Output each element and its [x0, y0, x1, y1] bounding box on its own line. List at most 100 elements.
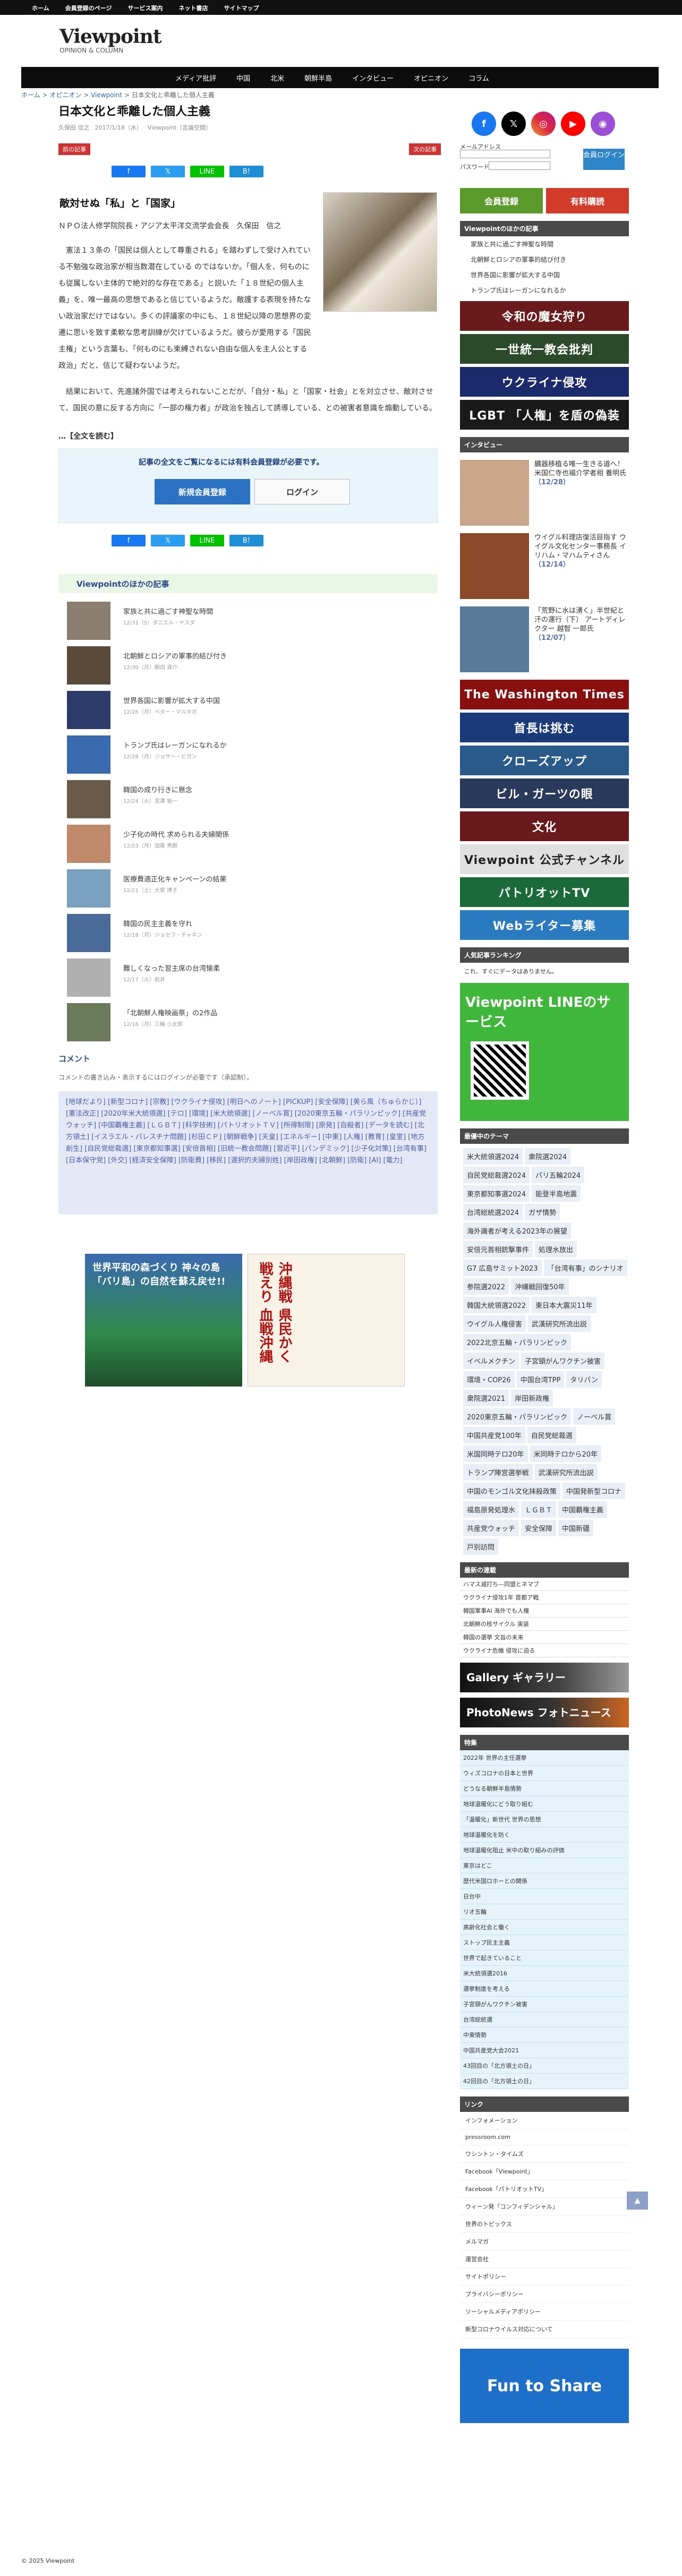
- theme-tag[interactable]: 戸別訪問: [463, 1538, 499, 1555]
- feature-item[interactable]: 「温暖化」新世代 世界の思想: [460, 1812, 629, 1827]
- theme-tag[interactable]: 中国新疆: [558, 1520, 594, 1536]
- theme-tag[interactable]: 衆院選2024: [525, 1148, 571, 1165]
- related-item[interactable]: 韓国の民主主義を守れ 12/18（月）ジョセフ・チャネン: [58, 911, 441, 955]
- feature-item[interactable]: 地球温暖化を防く: [460, 1827, 629, 1843]
- related-item[interactable]: 少子化の時代 求められる夫婦関係 12/23（月）加藤 秀朗: [58, 821, 441, 866]
- feature-item[interactable]: ストップ民主主義: [460, 1935, 629, 1950]
- feature-item[interactable]: 子宮頸がんワクチン被害: [460, 1997, 629, 2012]
- link-item[interactable]: 新型コロナウイルス対応について: [460, 2321, 629, 2338]
- related-title[interactable]: 医療費適正化キャンペーンの結果: [123, 874, 226, 884]
- related-item[interactable]: 世界各国に影響が拡大する中国 12/26（月）ペター・マルタボ: [58, 688, 441, 732]
- related-item[interactable]: 難しくなった習主席の台湾懐柔 12/17（火）岩井: [58, 955, 441, 1000]
- theme-tag[interactable]: 能登半島地震: [532, 1185, 581, 1202]
- nav-interview[interactable]: インタビュー: [352, 73, 394, 83]
- theme-tag[interactable]: 中国発新型コロナ: [562, 1483, 626, 1499]
- related-title[interactable]: 家族と共に過ごす神聖な時間: [123, 606, 213, 616]
- theme-tag[interactable]: 子宮頸がんワクチン被害: [521, 1353, 605, 1369]
- related-title[interactable]: 難しくなった習主席の台湾懐柔: [123, 963, 220, 973]
- nav-china[interactable]: 中国: [236, 73, 250, 83]
- top-link-service[interactable]: サービス案内: [127, 4, 163, 12]
- share-x-button[interactable]: 𝕏: [151, 166, 185, 177]
- related-title[interactable]: 世界各国に影響が拡大する中国: [123, 695, 220, 705]
- link-item[interactable]: プライバシーポリシー: [460, 2286, 629, 2303]
- related-title[interactable]: 少子化の時代 求められる夫婦関係: [123, 829, 229, 839]
- theme-tag[interactable]: 米大統領選2024: [463, 1148, 523, 1165]
- related-title[interactable]: 「北朝鮮人権映画祭」の2作品: [123, 1007, 217, 1017]
- theme-tag[interactable]: 米同時テロから20年: [530, 1445, 602, 1462]
- fun-to-share-banner[interactable]: Fun to Share: [460, 2349, 629, 2423]
- link-item[interactable]: インフォメーション: [460, 2112, 629, 2129]
- news-item[interactable]: ハマス滅打ち—同盟とネマブ: [460, 1578, 629, 1591]
- facebook-icon[interactable]: f: [472, 112, 496, 136]
- article-author[interactable]: 久保田 信之: [58, 123, 90, 132]
- nav-korea[interactable]: 朝鮮半島: [304, 73, 332, 83]
- link-item[interactable]: 世界のトピックス: [460, 2215, 629, 2233]
- side-banner[interactable]: ビル・ガーツの眼: [460, 778, 629, 808]
- top-link-sitemap[interactable]: サイトマップ: [224, 4, 259, 12]
- theme-tag[interactable]: 武漢研究所流出説: [534, 1464, 598, 1480]
- side-banner[interactable]: LGBT 「人権」を盾の偽装: [460, 400, 629, 430]
- theme-tag[interactable]: 2022北京五輪・パラリンピック: [463, 1334, 572, 1350]
- theme-tag[interactable]: 岸田新政権: [511, 1390, 553, 1406]
- theme-tag[interactable]: 自民党総裁選2024: [463, 1167, 530, 1183]
- theme-tag[interactable]: 中国のモンゴル文化抹殺政策: [463, 1483, 561, 1499]
- vp-other-item[interactable]: トランプ氏はレーガンになれるか: [460, 283, 629, 298]
- theme-tag[interactable]: G7 広島サミット2023: [463, 1260, 542, 1276]
- instagram-icon[interactable]: ◎: [531, 112, 556, 136]
- crumb-viewpoint[interactable]: Viewpoint: [91, 91, 122, 99]
- feature-item[interactable]: 日台中: [460, 1889, 629, 1904]
- feature-item[interactable]: どうなる朝鮮半島情勢: [460, 1781, 629, 1796]
- interview-title[interactable]: 臓器移植る唯一生きる道へ！米国仁寺也福介学者相 養明氏: [534, 460, 629, 478]
- vp-other-item[interactable]: 世界各国に影響が拡大する中国: [460, 267, 629, 283]
- side-banner[interactable]: 令和の魔女狩り: [460, 301, 629, 331]
- theme-tag[interactable]: ＬＧＢＴ: [521, 1501, 557, 1518]
- gallery-banner[interactable]: Gallery ギャラリー: [460, 1663, 629, 1692]
- feature-item[interactable]: 台湾総統選: [460, 2012, 629, 2027]
- theme-tag[interactable]: 共産党ウォッチ: [463, 1520, 519, 1536]
- podcast-icon[interactable]: ◉: [591, 112, 615, 136]
- related-title[interactable]: 韓国の成り行きに懸念: [123, 784, 192, 794]
- side-banner[interactable]: The Washington Times: [460, 680, 629, 709]
- crumb-opinion[interactable]: オピニオン: [49, 91, 81, 99]
- share-line-button[interactable]: LINE: [190, 535, 224, 546]
- side-banner[interactable]: Viewpoint 公式チャンネル: [460, 844, 629, 874]
- news-item[interactable]: 韓国の選挙 文旨の未来: [460, 1631, 629, 1644]
- share-line-button[interactable]: LINE: [190, 166, 224, 177]
- nav-na[interactable]: 北米: [270, 73, 284, 83]
- theme-tag[interactable]: 東京都知事選2024: [463, 1185, 530, 1202]
- theme-tag[interactable]: 海外識者が考える2023年の展望: [463, 1222, 571, 1239]
- login-button[interactable]: ログイン: [254, 479, 350, 504]
- theme-tag[interactable]: トランプ陣営選挙戦: [463, 1464, 533, 1480]
- theme-tag[interactable]: 自民党総裁選: [527, 1427, 576, 1443]
- theme-tag[interactable]: 環境・COP26: [463, 1371, 515, 1388]
- feature-item[interactable]: 中国共産党大会2021: [460, 2043, 629, 2058]
- interview-item[interactable]: 臓器移植る唯一生きる道へ！米国仁寺也福介学者相 養明氏 （12/28）: [460, 460, 629, 526]
- related-item[interactable]: 韓国の成り行きに懸念 12/24（火）宮澤 裕一: [58, 777, 441, 821]
- theme-tag[interactable]: 韓国大統領選2022: [463, 1297, 530, 1313]
- top-link-home[interactable]: ホーム: [32, 4, 49, 12]
- theme-tag[interactable]: 処理水放出: [535, 1241, 577, 1257]
- theme-tag[interactable]: パリ五輪2024: [532, 1167, 585, 1183]
- bali-banner[interactable]: 世界平和の森づくり 神々の島「バリ島」の自然を蘇え戻せ!!: [85, 1254, 242, 1387]
- interview-item[interactable]: 「荒野に水は湧く」半世紀と汗の運行（下） アートディレクター 越智 一郎氏 （12…: [460, 606, 629, 672]
- theme-tag[interactable]: ノーベル賞: [573, 1408, 616, 1425]
- link-item[interactable]: メルマガ: [460, 2233, 629, 2250]
- related-item[interactable]: 「北朝鮮人権映画祭」の2作品 12/16（月）三輪 小太郎: [58, 1000, 441, 1045]
- interview-title[interactable]: 「荒野に水は湧く」半世紀と汗の運行（下） アートディレクター 越智 一郎氏: [534, 606, 629, 634]
- news-item[interactable]: ウクライナ危機 侵攻に迫る: [460, 1644, 629, 1657]
- related-item[interactable]: 医療費適正化キャンペーンの結果 12/21（土）大家 博子: [58, 866, 441, 911]
- share-hatena-button[interactable]: B!: [229, 535, 263, 546]
- interview-item[interactable]: ウイグル料理店復活目指す ウイグル文化センター事務長 イリハム・マハムティさん（…: [460, 533, 629, 599]
- feature-item[interactable]: 高齢化社会と働く: [460, 1920, 629, 1935]
- related-title[interactable]: トランプ氏はレーガンになれるか: [123, 740, 227, 750]
- photonews-banner[interactable]: PhotoNews フォトニュース: [460, 1698, 629, 1727]
- feature-item[interactable]: ウィズコロナの日本と世界: [460, 1766, 629, 1781]
- link-item[interactable]: サイトポリシー: [460, 2268, 629, 2286]
- theme-tag[interactable]: 台湾総統選2024: [463, 1204, 523, 1220]
- crumb-home[interactable]: ホーム: [21, 91, 40, 99]
- theme-tag[interactable]: ウイグル人権侵害: [463, 1315, 526, 1332]
- theme-tag[interactable]: 安全保障: [521, 1520, 557, 1536]
- theme-tag[interactable]: 衆院選2021: [463, 1390, 509, 1406]
- theme-tag[interactable]: 安倍元首相銃撃事件: [463, 1241, 533, 1257]
- share-x-button[interactable]: 𝕏: [151, 535, 185, 546]
